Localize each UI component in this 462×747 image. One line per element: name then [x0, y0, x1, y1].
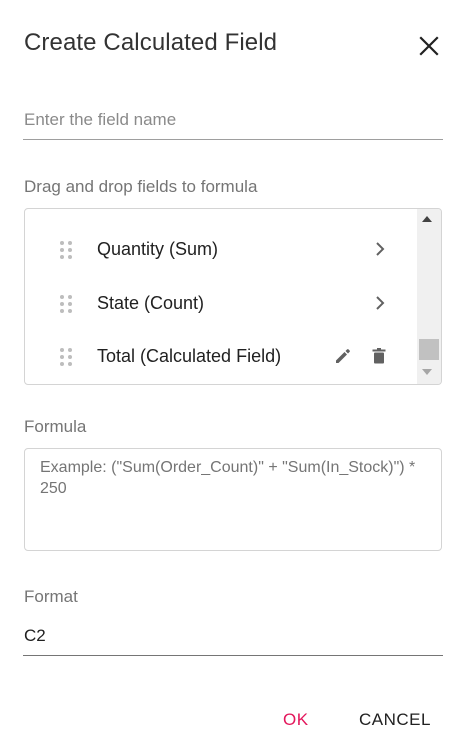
scroll-down-arrow-icon[interactable] [422, 369, 432, 375]
close-button[interactable] [417, 34, 441, 58]
dialog-title: Create Calculated Field [24, 29, 278, 56]
scroll-thumb[interactable] [419, 339, 439, 360]
chevron-right-icon[interactable] [369, 292, 391, 314]
list-item-label: State (Count) [97, 293, 205, 313]
drag-drop-label: Drag and drop fields to formula [24, 177, 258, 196]
list-item-quantity-sum[interactable]: Quantity (Sum) [25, 229, 417, 269]
formula-label: Formula [24, 417, 87, 436]
drag-handle-icon[interactable] [59, 240, 73, 260]
close-icon [419, 36, 439, 56]
formula-textarea[interactable] [24, 448, 442, 551]
list-item-state-count[interactable]: State (Count) [25, 283, 417, 323]
list-item-label: Total (Calculated Field) [97, 346, 282, 366]
list-item-label: Quantity (Sum) [97, 239, 219, 259]
scroll-up-arrow-icon[interactable] [422, 216, 432, 222]
create-calculated-field-dialog: Create Calculated Field Drag and drop fi… [0, 0, 462, 747]
chevron-right-icon[interactable] [369, 238, 391, 260]
field-name-input[interactable] [23, 100, 443, 140]
ok-button[interactable]: OK [283, 710, 309, 730]
list-scrollbar[interactable] [417, 209, 441, 384]
format-label: Format [24, 587, 78, 606]
list-item-total-calculated[interactable]: Total (Calculated Field) [25, 336, 417, 376]
format-input[interactable] [23, 616, 443, 656]
drag-handle-icon[interactable] [59, 294, 73, 314]
drag-handle-icon[interactable] [59, 347, 73, 367]
field-list: Quantity (Sum) State (Count) Total (Calc… [24, 208, 442, 385]
cancel-button[interactable]: CANCEL [359, 710, 431, 730]
edit-icon[interactable] [333, 346, 353, 366]
delete-icon[interactable] [369, 346, 389, 366]
